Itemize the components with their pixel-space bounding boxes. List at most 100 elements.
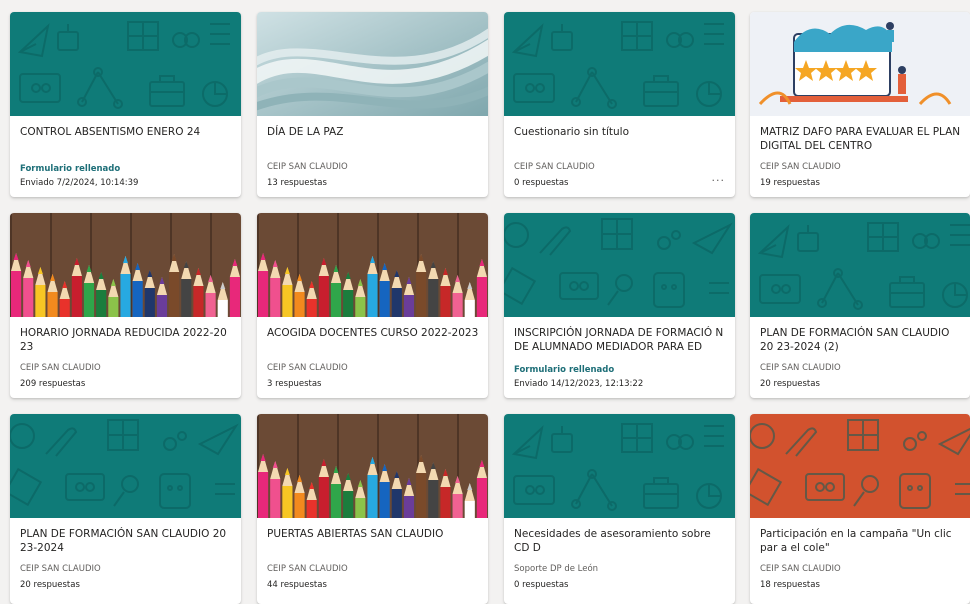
wave-image bbox=[257, 12, 488, 116]
pencils-image bbox=[257, 414, 488, 518]
form-thumbnail bbox=[10, 12, 241, 116]
form-thumbnail bbox=[257, 213, 488, 317]
pencil bbox=[452, 293, 463, 317]
orange-background bbox=[750, 414, 970, 518]
pencil bbox=[391, 489, 402, 518]
form-owner: CEIP SAN CLAUDIO bbox=[760, 162, 841, 172]
form-title: PUERTAS ABIERTAS SAN CLAUDIO bbox=[267, 528, 444, 540]
pencil bbox=[294, 493, 305, 518]
form-card[interactable]: PUERTAS ABIERTAS SAN CLAUDIO CEIP SAN CL… bbox=[257, 414, 488, 604]
forms-grid: CONTROL ABSENTISMO ENERO 24 Formulario r… bbox=[10, 12, 970, 604]
form-card[interactable]: HORARIO JORNADA REDUCIDA 2022-20 23 CEIP… bbox=[10, 213, 241, 398]
form-owner: CEIP SAN CLAUDIO bbox=[20, 363, 101, 373]
form-title: PLAN DE FORMACIÓN SAN CLAUDIO 20 23-2024 bbox=[20, 528, 227, 554]
pencil bbox=[330, 484, 342, 518]
pencil bbox=[144, 288, 155, 317]
teal-background bbox=[504, 12, 735, 116]
form-card[interactable]: INSCRIPCIÓN JORNADA DE FORMACIÓ N DE ALU… bbox=[504, 213, 735, 398]
pencil bbox=[464, 300, 475, 317]
pencil bbox=[367, 274, 378, 317]
form-owner: CEIP SAN CLAUDIO bbox=[267, 564, 348, 574]
form-owner: CEIP SAN CLAUDIO bbox=[760, 564, 841, 574]
form-card[interactable]: MATRIZ DAFO PARA EVALUAR EL PLAN DIGITAL… bbox=[750, 12, 970, 197]
pencil bbox=[428, 279, 439, 317]
form-card[interactable]: DÍA DE LA PAZ CEIP SAN CLAUDIO 13 respue… bbox=[257, 12, 488, 197]
pencil bbox=[229, 277, 240, 317]
pencil bbox=[11, 271, 22, 317]
pencil bbox=[476, 478, 487, 518]
pencil bbox=[330, 283, 342, 317]
pencil bbox=[403, 295, 415, 317]
pencil bbox=[403, 496, 415, 518]
pencil bbox=[452, 494, 463, 518]
pencil bbox=[355, 498, 366, 518]
form-response-count: 0 respuestas bbox=[514, 580, 569, 590]
form-thumbnail bbox=[10, 414, 241, 518]
pencil bbox=[355, 297, 366, 317]
pencil bbox=[476, 277, 487, 317]
pencil bbox=[416, 473, 427, 518]
form-card[interactable]: CONTROL ABSENTISMO ENERO 24 Formulario r… bbox=[10, 12, 241, 197]
pencil bbox=[343, 290, 354, 317]
pencil bbox=[120, 274, 131, 317]
pencil bbox=[258, 472, 269, 518]
form-card[interactable]: PLAN DE FORMACIÓN SAN CLAUDIO 20 23-2024… bbox=[750, 213, 970, 398]
form-thumbnail bbox=[750, 12, 970, 116]
form-response-count: 18 respuestas bbox=[760, 580, 820, 590]
form-response-count: 44 respuestas bbox=[267, 580, 327, 590]
teal-background bbox=[504, 213, 735, 317]
form-title: INSCRIPCIÓN JORNADA DE FORMACIÓ N DE ALU… bbox=[514, 327, 724, 353]
pencil bbox=[193, 286, 204, 317]
form-status: Formulario rellenado bbox=[20, 164, 121, 174]
pencil bbox=[71, 276, 82, 317]
pencil bbox=[83, 283, 95, 317]
pencil bbox=[379, 281, 390, 317]
form-card[interactable]: Cuestionario sin título CEIP SAN CLAUDIO… bbox=[504, 12, 735, 197]
pencil bbox=[440, 487, 451, 518]
form-response-count: 3 respuestas bbox=[267, 379, 322, 389]
form-title: CONTROL ABSENTISMO ENERO 24 bbox=[20, 126, 201, 138]
pencil bbox=[169, 272, 180, 317]
form-title: MATRIZ DAFO PARA EVALUAR EL PLAN DIGITAL… bbox=[760, 126, 961, 152]
form-thumbnail bbox=[750, 414, 970, 518]
pencil bbox=[96, 290, 107, 317]
pencil bbox=[282, 486, 293, 518]
form-title: Necesidades de asesoramiento sobre CD D bbox=[514, 528, 711, 554]
form-submitted-date: Enviado 7/2/2024, 10:14:39 bbox=[20, 178, 139, 188]
pencils-image bbox=[257, 213, 488, 317]
form-thumbnail bbox=[257, 414, 488, 518]
form-response-count: 0 respuestas bbox=[514, 178, 569, 188]
pencil bbox=[205, 293, 216, 317]
pencil bbox=[440, 286, 451, 317]
form-owner: CEIP SAN CLAUDIO bbox=[760, 363, 841, 373]
pencils-image bbox=[10, 213, 241, 317]
form-response-count: 20 respuestas bbox=[20, 580, 80, 590]
form-thumbnail bbox=[504, 12, 735, 116]
pencil bbox=[59, 299, 70, 317]
pencil bbox=[306, 299, 317, 317]
form-owner: CEIP SAN CLAUDIO bbox=[267, 162, 348, 172]
form-thumbnail bbox=[257, 12, 488, 116]
pencil bbox=[416, 272, 427, 317]
pencil bbox=[108, 297, 119, 317]
form-card[interactable]: PLAN DE FORMACIÓN SAN CLAUDIO 20 23-2024… bbox=[10, 414, 241, 604]
form-card[interactable]: ACOGIDA DOCENTES CURSO 2022-2023 CEIP SA… bbox=[257, 213, 488, 398]
form-owner: Soporte DP de León bbox=[514, 564, 599, 574]
form-card[interactable]: Participación en la campaña "Un clic par… bbox=[750, 414, 970, 604]
pencil bbox=[318, 477, 329, 518]
pencil bbox=[428, 480, 439, 518]
form-title: HORARIO JORNADA REDUCIDA 2022-20 23 bbox=[20, 327, 227, 353]
teal-background bbox=[10, 414, 241, 518]
pencil bbox=[132, 281, 143, 317]
form-submitted-date: Enviado 14/12/2023, 12:13:22 bbox=[514, 379, 644, 389]
more-options-icon[interactable]: ··· bbox=[712, 174, 726, 187]
form-response-count: 19 respuestas bbox=[760, 178, 820, 188]
form-card[interactable]: Necesidades de asesoramiento sobre CD D … bbox=[504, 414, 735, 604]
teal-background bbox=[10, 12, 241, 116]
form-title: DÍA DE LA PAZ bbox=[267, 126, 344, 138]
form-thumbnail bbox=[10, 213, 241, 317]
pencil bbox=[282, 285, 293, 317]
pencil bbox=[464, 501, 475, 518]
form-response-count: 13 respuestas bbox=[267, 178, 327, 188]
pencil bbox=[217, 300, 228, 317]
